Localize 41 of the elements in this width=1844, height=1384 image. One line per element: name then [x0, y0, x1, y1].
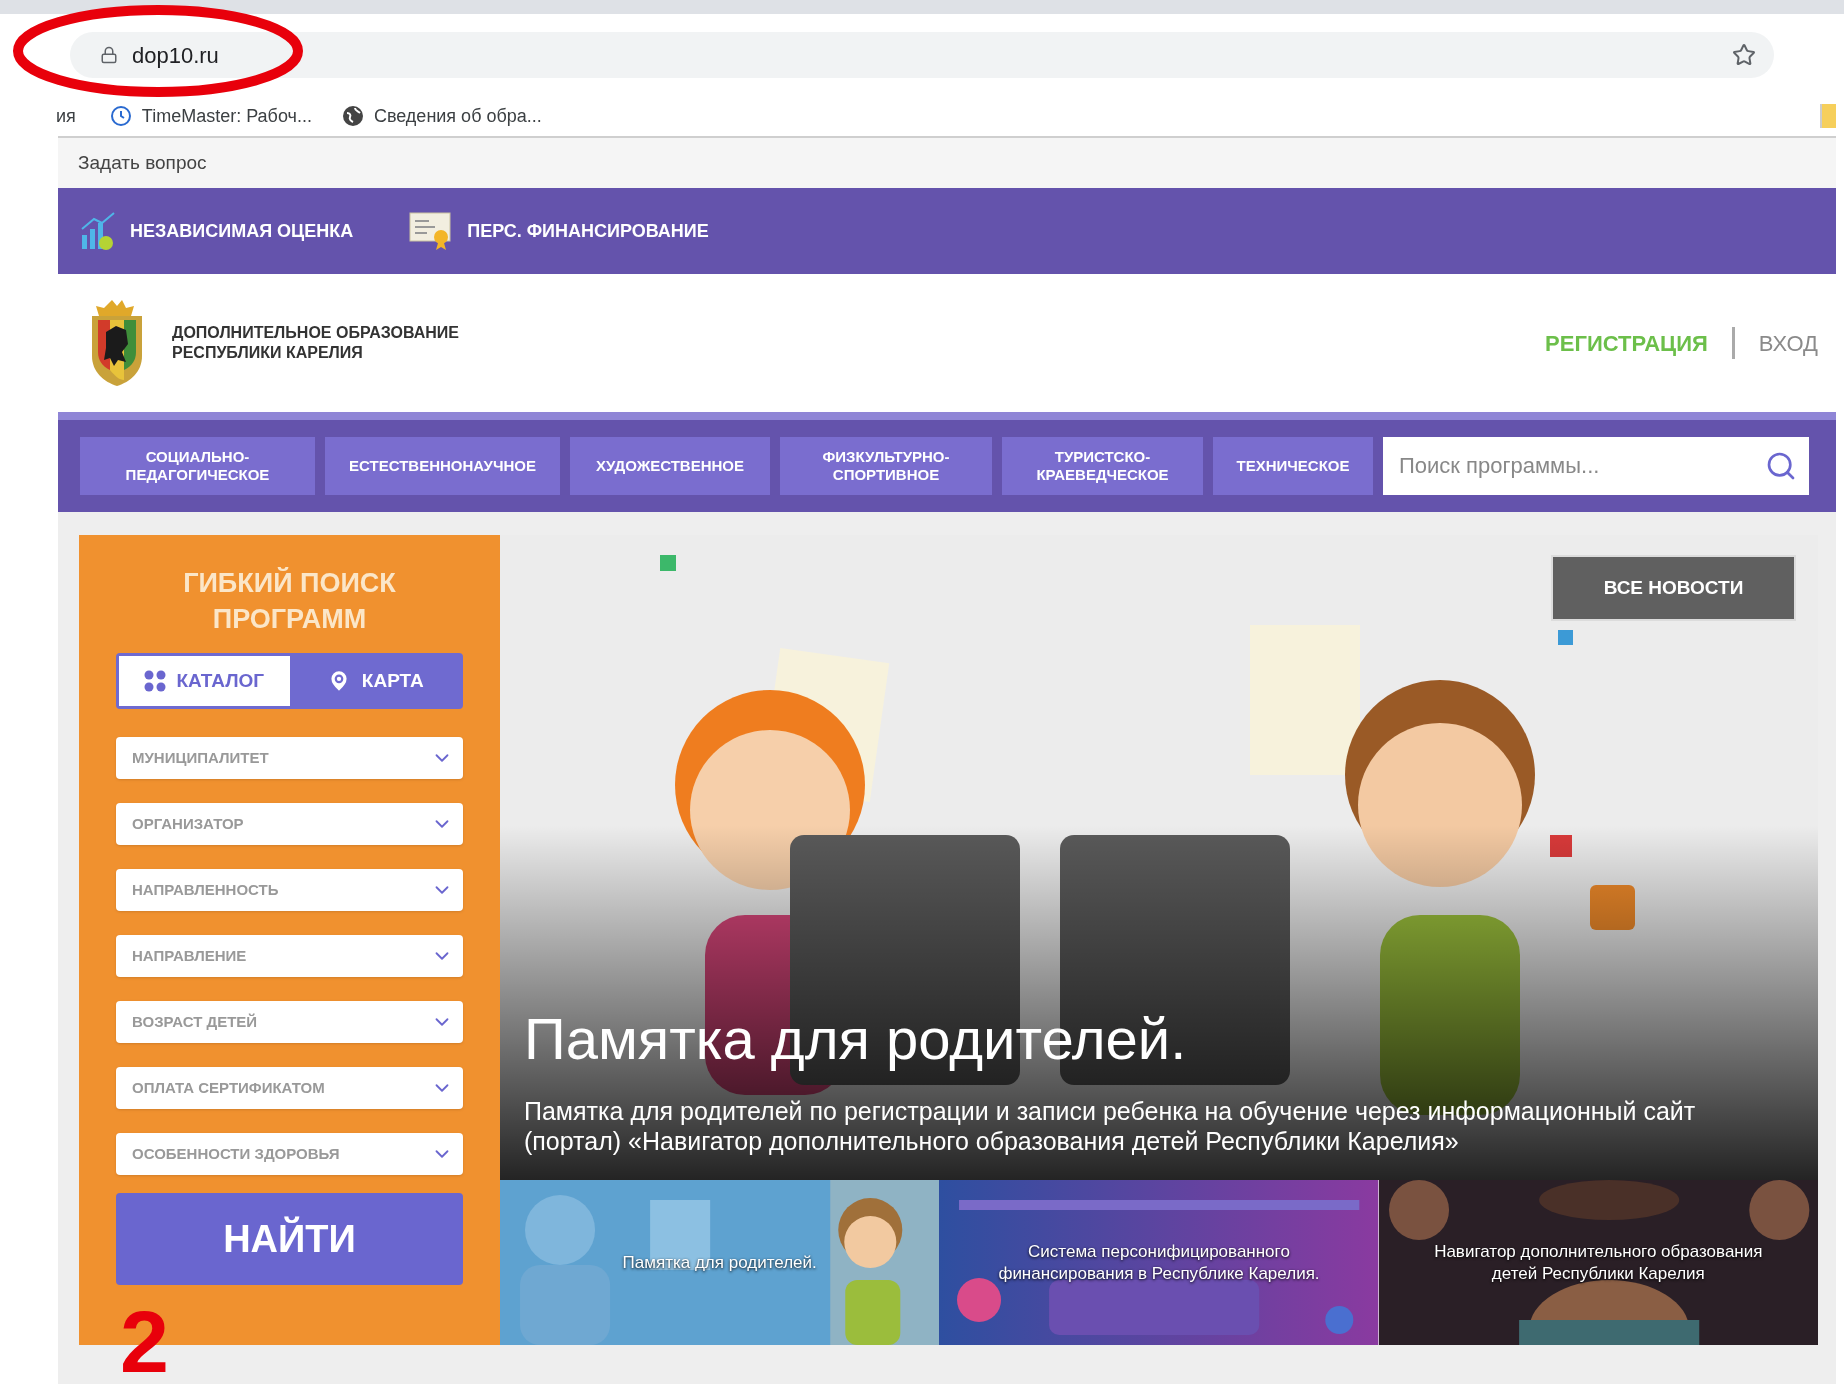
filter-dropdown[interactable]: ОПЛАТА СЕРТИФИКАТОМ	[116, 1067, 463, 1109]
category-tab[interactable]: ХУДОЖЕСТВЕННОЕ	[570, 437, 770, 495]
filter-dropdown[interactable]: МУНИЦИПАЛИТЕТ	[116, 737, 463, 779]
url-text: dop10.ru	[132, 41, 219, 70]
certificate-icon	[409, 211, 454, 251]
category-tab[interactable]: СОЦИАЛЬНО-ПЕДАГОГИЧЕСКОЕ	[80, 437, 315, 495]
bookmark-item[interactable]: TimeMaster: Рабоч...	[109, 102, 312, 130]
clock-icon	[109, 105, 132, 127]
promo-link[interactable]: ПЕРС. ФИНАНСИРОВАНИЕ	[409, 211, 709, 251]
category-tab[interactable]: ТУРИСТСКО-КРАЕВЕДЧЕСКОЕ	[1002, 437, 1203, 495]
view-tab[interactable]: КАТАЛОГ	[119, 656, 290, 706]
news-thumbnail[interactable]: Навигатор дополнительного образования детей Республики Карелия	[1378, 1180, 1818, 1345]
bookmark-item[interactable]: Сведения об обра...	[341, 102, 542, 130]
filter-dropdown[interactable]: НАПРАВЛЕННОСТЬ	[116, 869, 463, 911]
register-link[interactable]: РЕГИСТРАЦИЯ	[1545, 326, 1708, 360]
filter-dropdown[interactable]: ВОЗРАСТ ДЕТЕЙ	[116, 1001, 463, 1043]
bookmark-item[interactable]: ия	[56, 102, 76, 130]
filter-dropdown[interactable]: ОСОБЕННОСТИ ЗДОРОВЬЯ	[116, 1133, 463, 1175]
promo-link[interactable]: НЕЗАВИСИМАЯ ОЦЕНКА	[80, 211, 354, 251]
site-title: ДОПОЛНИТЕЛЬНОЕ ОБРАЗОВАНИЕ РЕСПУБЛИКИ КАРЕЛИЯ	[172, 323, 461, 363]
grid-icon	[144, 670, 167, 692]
category-tab[interactable]: ТЕХНИЧЕСКОЕ	[1213, 437, 1373, 495]
thumbnail-caption: Памятка для родителей.	[622, 1251, 817, 1274]
filter-dropdown[interactable]: ОРГАНИЗАТОР	[116, 803, 463, 845]
globe-icon	[341, 105, 364, 127]
bookmark-star-icon[interactable]	[1732, 43, 1756, 67]
filter-dropdown[interactable]: НАПРАВЛЕНИЕ	[116, 935, 463, 977]
bar-chart-icon	[80, 211, 116, 251]
news-thumbnail[interactable]: Система персонифицированного финансирования в Республике Карелия.	[939, 1180, 1379, 1345]
panel-title: ГИБКИЙ ПОИСК ПРОГРАММ	[182, 566, 397, 636]
find-button[interactable]: НАЙТИ	[116, 1193, 463, 1285]
search-field[interactable]: Поиск программы...	[1383, 437, 1809, 495]
thumbnail-caption: Система персонифицированного финансирования в Республике Карелия.	[997, 1240, 1321, 1285]
search-icon[interactable]	[1765, 450, 1797, 482]
category-tab[interactable]: ФИЗКУЛЬТУРНО-СПОРТИВНОЕ	[780, 437, 992, 495]
category-tab[interactable]: ЕСТЕСТВЕННОНАУЧНОЕ	[325, 437, 560, 495]
thumbnail-caption: Навигатор дополнительного образования детей Республики Карелия	[1433, 1240, 1764, 1285]
ask-question-link[interactable]: Задать вопрос	[78, 148, 207, 178]
address-bar[interactable]: dop10.ru	[70, 32, 1774, 78]
login-link[interactable]: ВХОД	[1758, 326, 1818, 360]
lock-icon	[100, 46, 118, 64]
